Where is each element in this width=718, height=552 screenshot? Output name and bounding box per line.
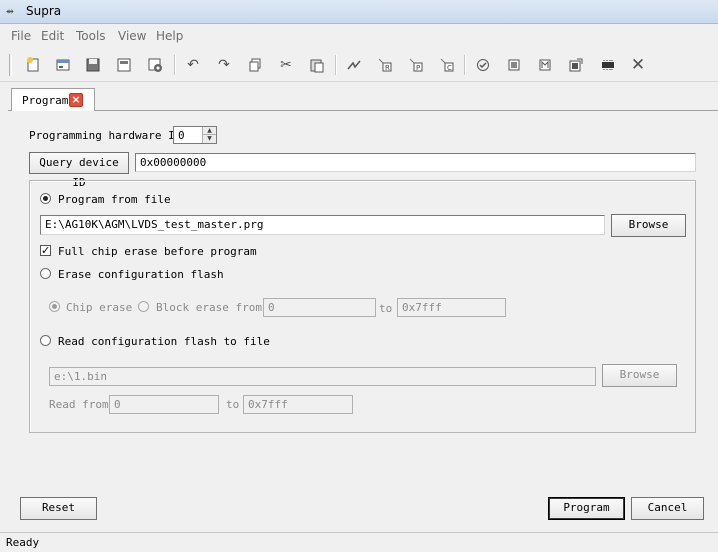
tab-close-icon[interactable]: × — [69, 93, 83, 107]
read-from-field[interactable]: 0 — [109, 395, 219, 414]
read-config-flash-radio[interactable] — [40, 335, 51, 346]
hw-id-spinbox[interactable]: 0 ▲ ▼ — [173, 126, 217, 144]
check-icon[interactable] — [472, 54, 494, 76]
toolbar-separator — [335, 55, 337, 75]
link-icon[interactable] — [343, 54, 365, 76]
save-as-icon[interactable] — [113, 54, 135, 76]
read-to-field[interactable]: 0x7fff — [243, 395, 353, 414]
query-device-id-button[interactable]: Query device ID — [29, 152, 129, 189]
svg-text:C: C — [447, 64, 452, 72]
erase-config-flash-radio[interactable] — [40, 268, 51, 279]
toolbar: ↶ ↷ ✂ R P C ✕ — [0, 48, 718, 82]
menu-tools[interactable]: Tools — [76, 29, 106, 43]
program-button[interactable]: Program — [548, 497, 625, 520]
block-erase-radio[interactable] — [138, 301, 149, 312]
spin-down-icon[interactable]: ▼ — [202, 135, 216, 143]
window-title: Supra — [26, 4, 62, 18]
reset-button[interactable]: Reset — [20, 497, 97, 520]
tab-program[interactable]: Program × — [11, 88, 95, 111]
hw-id-label: Programming hardware ID — [29, 129, 182, 142]
full-chip-erase-label: Full chip erase before program — [58, 245, 257, 258]
chip-icon-4[interactable] — [597, 54, 619, 76]
save-icon[interactable] — [82, 54, 104, 76]
chip-erase-radio[interactable] — [49, 301, 60, 312]
settings-icon[interactable] — [144, 54, 166, 76]
app-icon: ⇴ — [6, 4, 14, 19]
open-icon[interactable] — [52, 54, 74, 76]
program-file-path-field[interactable]: E:\AG10K\AGM\LVDS_test_master.prg — [40, 215, 605, 235]
chip-icon-1[interactable] — [503, 54, 525, 76]
full-chip-erase-checkbox[interactable]: ✓ — [40, 245, 51, 256]
svg-text:P: P — [416, 64, 420, 72]
paste-icon[interactable] — [306, 54, 328, 76]
program-from-file-radio[interactable] — [40, 193, 51, 204]
chip-erase-label: Chip erase — [66, 301, 133, 314]
c-icon[interactable]: C — [436, 54, 458, 76]
hw-id-value: 0 — [178, 129, 185, 142]
undo-icon[interactable]: ↶ — [182, 54, 204, 76]
erase-config-flash-label: Erase configuration flash — [58, 268, 224, 281]
menu-edit[interactable]: Edit — [41, 29, 64, 43]
chip-icon-3[interactable] — [565, 54, 587, 76]
r-icon[interactable]: R — [374, 54, 396, 76]
menu-file[interactable]: File — [11, 29, 31, 43]
redo-icon[interactable]: ↷ — [213, 54, 235, 76]
program-from-file-label: Program from file — [58, 193, 171, 206]
toolbar-grip[interactable] — [9, 54, 12, 76]
menu-view[interactable]: View — [118, 29, 146, 43]
browse-button[interactable]: Browse — [611, 214, 686, 237]
read-to-label: to — [226, 398, 240, 411]
read-from-label: Read from — [49, 398, 109, 411]
status-bar: Ready — [0, 532, 718, 552]
p-icon[interactable]: P — [405, 54, 427, 76]
read-file-path-field[interactable]: e:\1.bin — [49, 367, 596, 386]
status-text: Ready — [6, 536, 40, 549]
browse-read-button[interactable]: Browse — [602, 364, 677, 387]
title-bar: ⇴ Supra — [0, 0, 718, 24]
block-erase-to-field[interactable]: 0x7fff — [397, 298, 506, 317]
close-icon[interactable]: ✕ — [627, 54, 649, 76]
copy-icon[interactable] — [244, 54, 266, 76]
toolbar-separator — [174, 55, 176, 75]
svg-text:R: R — [385, 64, 390, 72]
toolbar-separator — [464, 55, 466, 75]
tab-label: Program — [22, 94, 69, 107]
block-erase-from-field[interactable]: 0 — [263, 298, 376, 317]
cancel-button[interactable]: Cancel — [631, 497, 704, 520]
block-erase-label: Block erase from — [156, 301, 262, 314]
read-config-flash-label: Read configuration flash to file — [58, 335, 270, 348]
spin-up-icon[interactable]: ▲ — [202, 127, 216, 135]
device-id-field[interactable]: 0x00000000 — [135, 153, 696, 172]
block-erase-to-label: to — [379, 302, 393, 315]
cut-icon[interactable]: ✂ — [275, 54, 297, 76]
menu-help[interactable]: Help — [156, 29, 183, 43]
menu-bar: File Edit Tools View Help — [0, 25, 718, 47]
chip-icon-2[interactable] — [534, 54, 556, 76]
new-file-icon[interactable] — [22, 54, 44, 76]
